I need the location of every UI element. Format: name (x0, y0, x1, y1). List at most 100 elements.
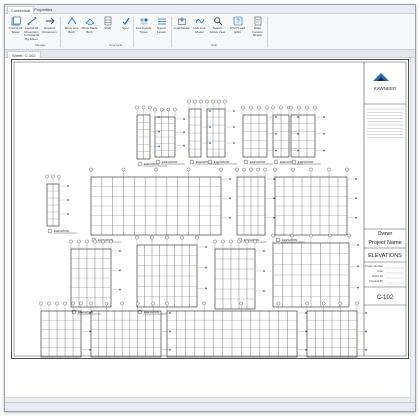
family-button[interactable]: Live Family Types (135, 16, 152, 42)
dimension-tag-marker (263, 270, 265, 272)
grid-bubble (57, 174, 61, 179)
dimension-tag-marker (67, 185, 69, 187)
dimension-tag-marker (263, 250, 265, 252)
dimension-tag-marker (323, 132, 325, 135)
dimension-tag-marker (263, 290, 265, 292)
shelf-button[interactable]: Shelf (99, 16, 116, 42)
grid-bubble (151, 301, 155, 306)
dimension-tag-marker (89, 312, 91, 314)
dimension-tag-marker (229, 197, 231, 200)
grid-bubble (245, 239, 249, 244)
grid-bubble (71, 301, 75, 306)
dimension-tag-marker (365, 312, 367, 314)
grid-bubble (173, 107, 177, 112)
levels-icon (157, 18, 166, 25)
grid-bubble (79, 301, 83, 306)
dimension-tag-marker (205, 266, 207, 269)
load-button[interactable]: Load Model (173, 16, 190, 42)
dimension-tag-marker (233, 110, 235, 112)
elevation-label: ELEVATION (298, 160, 313, 164)
plane-icon (84, 18, 95, 26)
grid-bubble (305, 301, 309, 306)
ribbon-button-label: Expand Dimension (42, 26, 57, 34)
dimension-tag-marker (169, 348, 171, 351)
ribbon-group-label: Structural (109, 43, 122, 47)
grid-bubble (153, 107, 157, 112)
dimension-tag-marker (305, 348, 307, 351)
title-block-row-label: Project Number (365, 264, 383, 268)
grid-bubble (221, 239, 225, 244)
dimension-tag-marker (89, 330, 91, 333)
grid-bubble (271, 233, 275, 238)
sheet-title: ELEVATIONS (368, 253, 402, 259)
dimension-tag-marker (229, 216, 231, 219)
search-button[interactable]: Search Active View (209, 16, 226, 42)
sheet-stack-button[interactable]: Control All Sheet (7, 16, 24, 42)
ribbon-button-label: Control All Dimension Constraints By She… (23, 26, 40, 41)
search-icon (213, 17, 222, 26)
dimension-tag-marker (67, 213, 69, 215)
grid-bubble (217, 99, 221, 104)
grid-bubble (121, 167, 126, 172)
grid-bubble (321, 301, 326, 306)
report-button[interactable]: Make Forums Report (249, 16, 266, 42)
grid-bubble (289, 105, 293, 110)
tab-properties[interactable]: Properties (31, 6, 55, 14)
brand-name: KAWNEER (374, 86, 397, 91)
elevation-label: ELEVATION (54, 229, 69, 233)
grid-bubble (187, 99, 191, 104)
ribbon-button-label: Search Active View (209, 26, 226, 34)
dimension-tag-marker (273, 197, 275, 200)
dimension-tag-marker (169, 312, 171, 314)
dimension-tag-marker (119, 269, 121, 272)
dimension-tag-marker (183, 144, 185, 147)
dimension-tag-marker (67, 199, 69, 201)
ribbon-button-label: Why? Load RAD (229, 26, 246, 34)
grid-bubble (291, 167, 295, 172)
sheet-number: C-102 (377, 295, 394, 301)
grid-bubble (229, 239, 233, 244)
grid-bubble (165, 301, 169, 306)
grid-bubble (347, 233, 351, 238)
grid-bubble (199, 99, 203, 104)
dimension-tag-marker (355, 216, 357, 219)
vertical-scrollbar[interactable] (410, 58, 415, 402)
line-button[interactable]: Show Line Both (63, 16, 80, 42)
ribbon-button-label: Control All Sheet (8, 26, 23, 34)
grid-bubble (186, 167, 191, 172)
elevation-callout-bubble (137, 161, 143, 167)
why-button[interactable]: ? Why? Load RAD (229, 16, 246, 42)
elevation-label: ELEVATION (282, 238, 297, 242)
grid-bubble (104, 301, 109, 306)
sync-button[interactable]: Sync (117, 16, 134, 42)
ribbon-button-label: Shelf (104, 26, 111, 30)
grid-bubble (205, 99, 209, 104)
shelf-icon (104, 16, 111, 26)
elevation-callout-bubble (47, 228, 53, 234)
plane-button[interactable]: Show Plane Both (81, 16, 98, 42)
line-icon (67, 17, 76, 25)
dimension-tag-marker (365, 330, 367, 333)
live-line-button[interactable]: Live Line Model (191, 16, 208, 42)
elevation-label: ELEVATION (162, 160, 177, 164)
ribbon-button-label: Load Model (173, 26, 190, 30)
drawing-canvas[interactable]: KAWNEER Owner Project Name ELEVATIONS Pr… (5, 58, 415, 404)
elevation-callout-bubble (189, 159, 195, 165)
view-tab-sheet[interactable]: Sheet: C-102 (7, 51, 41, 58)
dimension-button[interactable]: Control All Dimension Constraints By She… (23, 16, 40, 42)
grid-bubble (159, 107, 164, 112)
grid-bubble (93, 239, 97, 244)
grid-bubble (135, 105, 139, 110)
grid-bubble (338, 301, 343, 306)
dimension-tag-marker (357, 265, 359, 268)
dimension-tag-marker (229, 178, 231, 180)
grid-bubble (47, 301, 51, 306)
dimension-tag-marker (183, 118, 185, 120)
expand-button[interactable]: Expand Dimension (41, 16, 58, 42)
live-line-icon (195, 18, 204, 24)
grid-bubble (154, 167, 158, 172)
grid-bubble (211, 99, 215, 104)
family-icon (139, 18, 148, 25)
ribbon-toolbar: Control All Sheet Control All Dimension C… (5, 14, 415, 50)
levels-button[interactable]: Export Levels (153, 16, 170, 42)
